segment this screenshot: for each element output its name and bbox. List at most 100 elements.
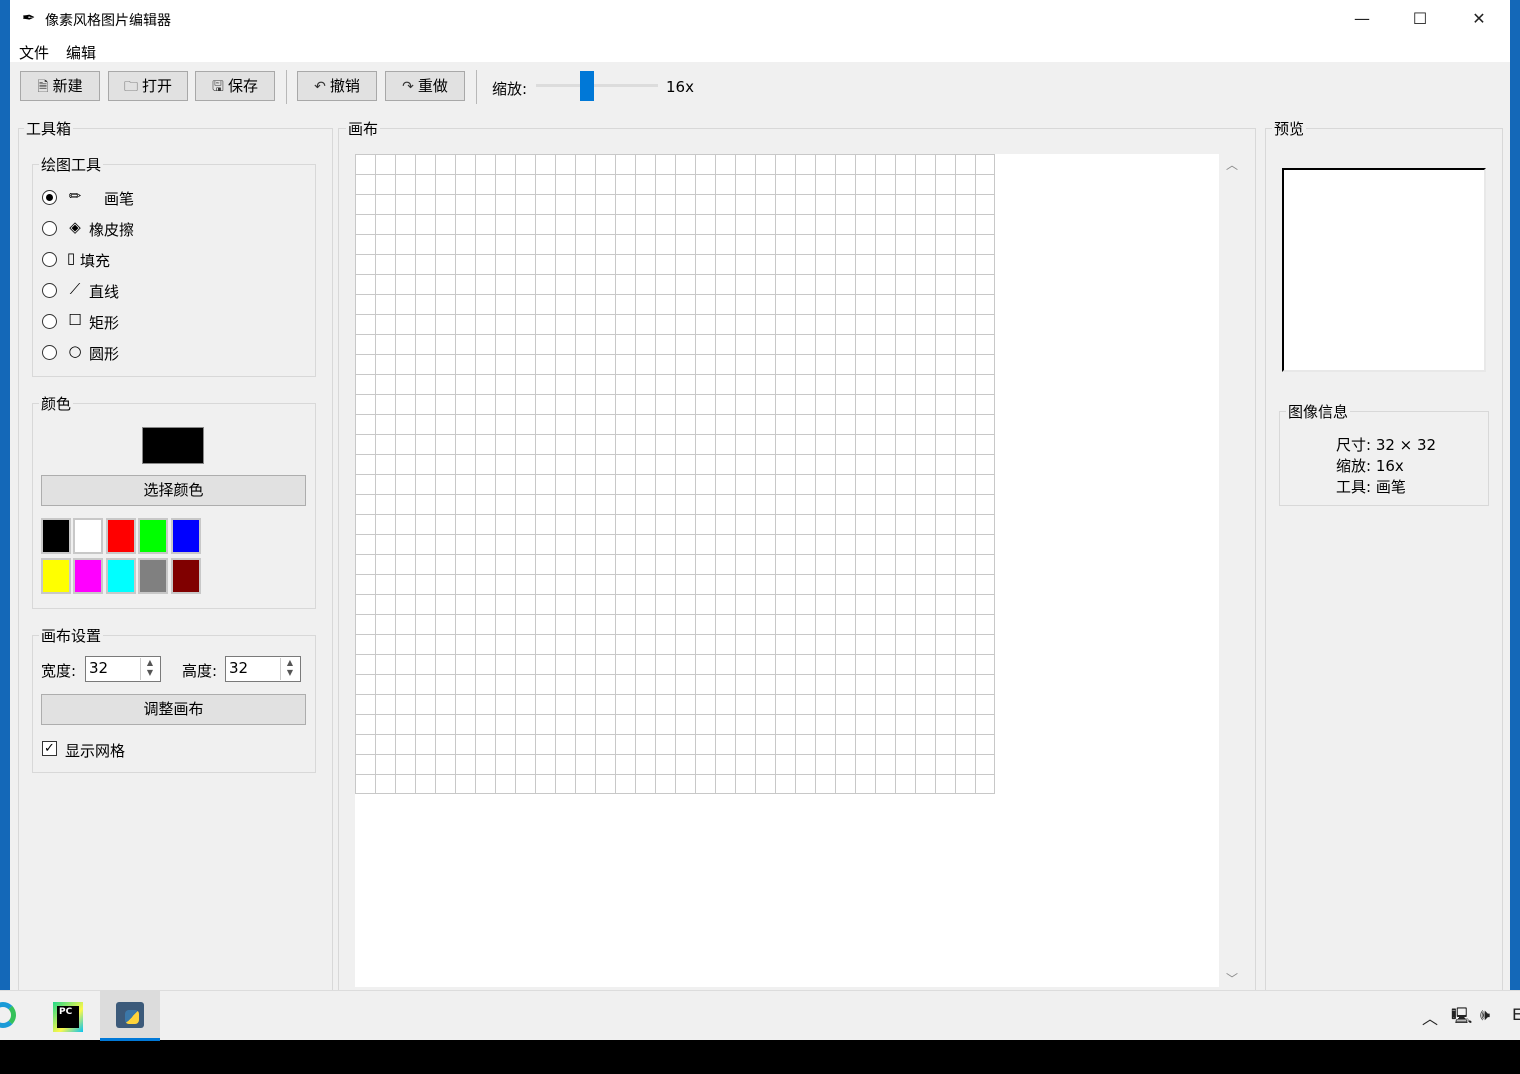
swatch-gray[interactable] [138,558,168,594]
info-size: 尺寸: 32 × 32 [1336,436,1437,454]
zoom-label: 缩放: [492,80,528,98]
menu-file[interactable]: 文件 [19,42,49,63]
python-app[interactable] [100,991,160,1041]
toolbar: 🗎 新建 🗀 打开 🖫 保存 ↶ 撤销 ↷ 重做 缩放: 16x [10,62,1510,112]
pycharm-app[interactable]: PC [38,991,98,1041]
canvas-settings-title: 画布设置 [39,625,104,646]
app-window: ✒ 像素风格图片编辑器 — ☐ ✕ 文件 编辑 🗎 新建 🗀 打开 🖫 保存 ↶ 撤销 … [10,0,1510,995]
new-button-label: 新建 [52,77,83,95]
fill-icon: ▯ [66,249,76,267]
swatch-magenta[interactable] [73,558,103,594]
volume-icon[interactable]: 🕪 [1480,1005,1490,1025]
zoom-slider-thumb[interactable] [580,71,594,101]
tool-circle[interactable]: ○ 圆形 [42,342,162,364]
redo-icon: ↷ [402,79,414,95]
line-radio[interactable] [42,283,57,298]
window-title: 像素风格图片编辑器 [45,13,171,29]
swatch-green[interactable] [138,518,168,554]
save-button[interactable]: 🖫 保存 [195,71,275,101]
zoom-value: 16x [666,78,694,96]
tool-fill[interactable]: ▯ 填充 [42,249,162,271]
pick-color-button[interactable]: 选择颜色 [41,475,306,506]
menu-edit[interactable]: 编辑 [66,42,96,63]
height-spinbox[interactable]: 32 ▲ ▼ [225,656,301,682]
rectangle-radio[interactable] [42,314,57,329]
network-icon[interactable]: 🖳 [1451,1005,1472,1032]
circle-radio[interactable] [42,345,57,360]
drawing-canvas[interactable] [355,154,1219,987]
desktop-right-edge [1510,0,1520,995]
spin-arrows-icon[interactable]: ▲ ▼ [280,658,299,680]
desktop-left-edge [0,0,10,995]
language-indicator[interactable]: E [1512,1005,1520,1024]
open-button[interactable]: 🗀 打开 [108,71,188,101]
tool-pencil[interactable]: ✏ 画笔 [42,187,162,209]
swatch-red[interactable] [106,518,136,554]
feather-icon: ✒ [22,8,36,27]
folder-icon: 🗀 [123,79,138,95]
draw-tools-title: 绘图工具 [39,154,104,175]
swatch-cyan[interactable] [106,558,136,594]
resize-canvas-button[interactable]: 调整画布 [41,694,306,725]
square-icon: ☐ [68,311,82,329]
swatch-white[interactable] [73,518,103,554]
image-info-title: 图像信息 [1286,401,1351,422]
canvas-title: 画布 [346,118,381,139]
undo-icon: ↶ [314,79,326,95]
new-button[interactable]: 🗎 新建 [20,71,100,101]
height-label: 高度: [182,662,218,680]
tool-label: 画笔 [104,190,135,208]
tool-label: 矩形 [89,314,120,332]
redo-button-label: 重做 [417,77,448,95]
tool-rectangle[interactable]: ☐ 矩形 [42,311,162,333]
eraser-radio[interactable] [42,221,57,236]
pycharm-icon: PC [53,1002,83,1032]
open-button-label: 打开 [141,77,172,95]
spin-arrows-icon[interactable]: ▲ ▼ [140,658,159,680]
color-title: 颜色 [39,393,74,414]
redo-button[interactable]: ↷ 重做 [385,71,465,101]
tool-label: 橡皮擦 [89,221,135,239]
show-grid-label: 显示网格 [65,742,126,760]
preview-title: 预览 [1272,118,1307,139]
swatch-yellow[interactable] [41,558,71,594]
taskbar: PC ︿ 🖳 🕪 E [0,990,1520,1041]
tool-eraser[interactable]: ◈ 橡皮擦 [42,218,162,240]
title-bar: ✒ 像素风格图片编辑器 — ☐ ✕ [10,0,1510,38]
maximize-button[interactable]: ☐ [1391,0,1449,38]
save-button-label: 保存 [227,77,258,95]
scroll-up-icon[interactable]: ︿ [1219,156,1245,173]
vertical-scrollbar[interactable]: ︿ ﹀ [1219,154,1245,987]
edge-icon [0,1002,16,1028]
toolbar-separator [476,70,477,104]
edge-app[interactable] [0,991,40,1041]
swatch-maroon[interactable] [171,558,201,594]
show-grid-checkbox[interactable]: ✓ [42,741,57,756]
chevron-up-icon[interactable]: ︿ [1422,1005,1438,1029]
pixel-grid[interactable] [355,154,995,794]
info-zoom: 缩放: 16x [1336,457,1404,475]
close-button[interactable]: ✕ [1450,0,1508,38]
scroll-down-icon[interactable]: ﹀ [1219,970,1245,987]
undo-button[interactable]: ↶ 撤销 [297,71,377,101]
toolbox-title: 工具箱 [24,118,74,139]
tool-label: 直线 [89,283,120,301]
ruler-icon: ⟋ [69,280,81,298]
circle-icon: ○ [68,342,82,360]
preview-image [1282,168,1486,372]
python-icon [116,1002,144,1028]
toolbar-separator [286,70,287,104]
zoom-slider-track[interactable] [536,84,658,87]
swatch-black[interactable] [41,518,71,554]
tool-line[interactable]: ⟋ 直线 [42,280,162,302]
width-spinbox[interactable]: 32 ▲ ▼ [85,656,161,682]
fill-radio[interactable] [42,252,57,267]
width-label: 宽度: [41,662,77,680]
pencil-icon: ✏ [68,187,82,205]
menu-bar: 文件 编辑 [10,38,1510,62]
minimize-button[interactable]: — [1333,0,1391,38]
eraser-icon: ◈ [69,218,81,236]
floppy-icon: 🖫 [212,79,224,95]
swatch-blue[interactable] [171,518,201,554]
pencil-radio[interactable] [42,190,57,205]
